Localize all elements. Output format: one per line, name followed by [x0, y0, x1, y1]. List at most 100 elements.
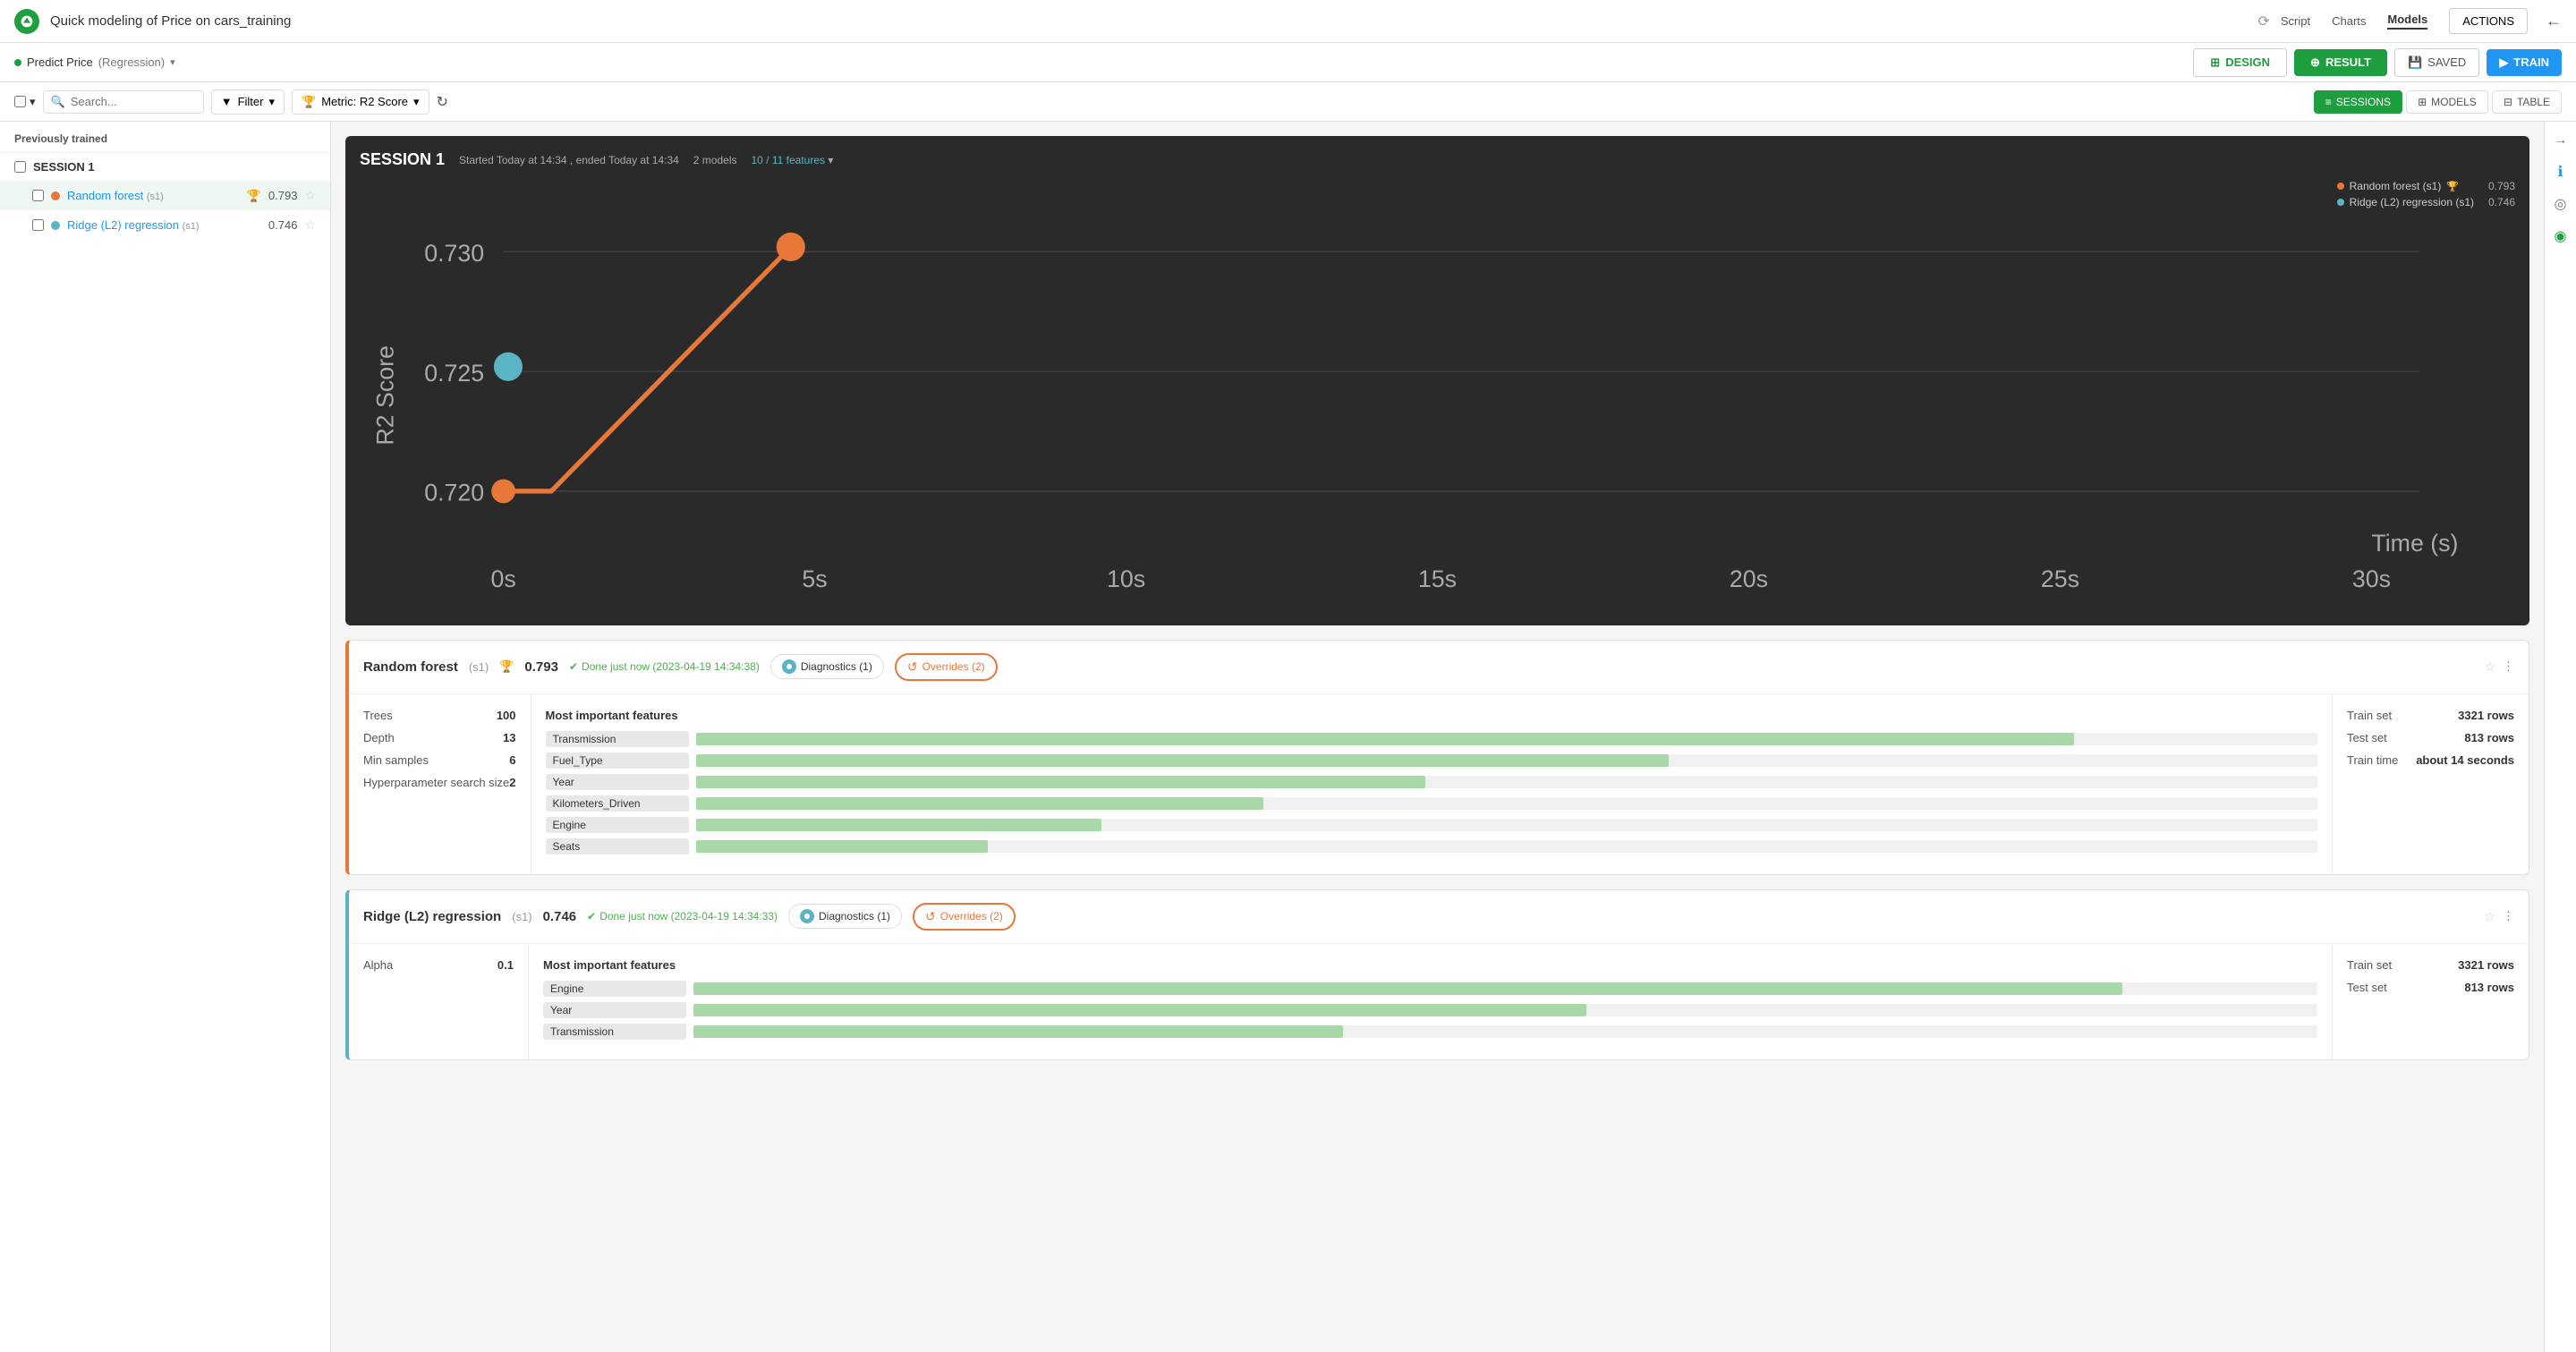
sidebar-item-ridge[interactable]: Ridge (L2) regression (s1) 0.746 ☆ — [0, 210, 330, 240]
model-checkbox-2[interactable] — [32, 219, 44, 231]
page-title: Quick modeling of Price on cars_training — [50, 13, 2247, 29]
ridge-card-score: 0.746 — [543, 909, 577, 924]
svg-text:15s: 15s — [1418, 565, 1457, 592]
rf-card-body: Trees 100 Depth 13 Min samples 6 Hyperpa… — [349, 694, 2529, 874]
predict-name: Predict Price — [27, 55, 93, 69]
legend-score-rf: 0.793 — [2479, 180, 2515, 192]
diagnostics-dot — [782, 659, 796, 674]
rf-stat-time: Train time about 14 seconds — [2347, 753, 2514, 767]
svg-text:R2 Score: R2 Score — [371, 345, 398, 446]
actions-button[interactable]: ACTIONS — [2449, 8, 2528, 34]
table-view-button[interactable]: ⊟ TABLE — [2492, 90, 2562, 114]
session-label: SESSION 1 — [33, 160, 95, 174]
rf-more-button[interactable]: ⋮ — [2503, 659, 2514, 674]
save-icon: 💾 — [2408, 55, 2422, 70]
sessions-view-button[interactable]: ≡ SESSIONS — [2314, 90, 2402, 114]
right-info-icon[interactable]: ℹ — [2557, 163, 2563, 181]
sidebar-section-label: Previously trained — [0, 122, 330, 152]
nav-script[interactable]: Script — [2281, 14, 2310, 28]
sidebar-item-random-forest[interactable]: Random forest (s1) 🏆 0.793 ☆ — [0, 181, 330, 210]
select-all-checkbox-wrap: ▾ — [14, 95, 36, 109]
ridge-feature-engine: Engine — [543, 981, 2317, 997]
rf-overrides-button[interactable]: ↺ Overrides (2) — [895, 653, 998, 681]
right-circle-icon-2[interactable]: ◉ — [2555, 227, 2567, 245]
design-icon: ⊞ — [2210, 55, 2220, 70]
result-button[interactable]: ⊕ RESULT — [2294, 49, 2387, 76]
svg-text:10s: 10s — [1107, 565, 1145, 592]
right-arrow-icon[interactable]: → — [2554, 132, 2568, 149]
session-chart-svg: 0.730 0.725 0.720 R2 Score 0s 5s 10s 15s… — [360, 180, 2515, 611]
rf-card-actions: ☆ ⋮ — [2484, 659, 2514, 675]
right-circle-icon-1[interactable]: ◎ — [2555, 195, 2567, 213]
refresh-button[interactable]: ↻ — [437, 93, 448, 111]
model-checkbox-1[interactable] — [32, 190, 44, 201]
ridge-card-header: Ridge (L2) regression (s1) 0.746 ✔ Done … — [349, 890, 2529, 944]
star-icon-1[interactable]: ☆ — [304, 188, 316, 203]
grid-icon: ⊞ — [2418, 96, 2427, 108]
ridge-features-title: Most important features — [543, 958, 2317, 972]
legend-item-ridge: Ridge (L2) regression (s1) 0.746 — [2337, 196, 2515, 208]
session-features[interactable]: 10 / 11 features ▾ — [752, 154, 834, 166]
rf-param-depth: Depth 13 — [363, 731, 516, 744]
models-view-button[interactable]: ⊞ MODELS — [2406, 90, 2488, 114]
chart-wrap: Random forest (s1) 🏆 0.793 Ridge (L2) re… — [360, 180, 2515, 611]
ridge-more-button[interactable]: ⋮ — [2503, 909, 2514, 923]
star-icon-2[interactable]: ☆ — [304, 217, 316, 233]
rf-param-min-samples: Min samples 6 — [363, 753, 516, 767]
checkmark-icon: ✔ — [569, 660, 578, 673]
ridge-stat-train: Train set 3321 rows — [2347, 958, 2514, 972]
ridge-diagnostics-button[interactable]: Diagnostics (1) — [788, 904, 902, 929]
svg-text:30s: 30s — [2352, 565, 2391, 592]
rf-feature-km: Kilometers_Driven — [546, 795, 2317, 812]
rf-diagnostics-button[interactable]: Diagnostics (1) — [770, 654, 884, 679]
ridge-params: Alpha 0.1 — [349, 944, 528, 1059]
ridge-card-actions: ☆ ⋮ — [2484, 909, 2514, 924]
rf-card-name: Random forest — [363, 659, 458, 675]
model-name-1: Random forest (s1) — [67, 189, 240, 202]
saved-button[interactable]: 💾 SAVED — [2394, 48, 2479, 77]
trophy-icon-1: 🏆 — [247, 189, 261, 203]
app-logo[interactable] — [14, 9, 39, 34]
session-chart-header: SESSION 1 Started Today at 14:34 , ended… — [360, 150, 2515, 169]
session-checkbox[interactable] — [14, 161, 26, 173]
legend-trophy-rf: 🏆 — [2446, 181, 2459, 192]
rf-trophy: 🏆 — [499, 659, 514, 674]
rf-feature-engine: Engine — [546, 817, 2317, 833]
design-button[interactable]: ⊞ DESIGN — [2193, 48, 2287, 77]
rf-star-button[interactable]: ☆ — [2484, 659, 2495, 675]
toolbar: ▾ 🔍 ▼ Filter ▾ 🏆 Metric: R2 Score ▾ ↻ ≡ … — [0, 82, 2576, 122]
nav-charts[interactable]: Charts — [2332, 14, 2366, 28]
legend-label-rf: Random forest (s1) — [2350, 180, 2442, 192]
select-all-checkbox[interactable] — [14, 96, 26, 107]
back-button[interactable]: ← — [2546, 12, 2562, 30]
view-toggle: ≡ SESSIONS ⊞ MODELS ⊟ TABLE — [2314, 90, 2562, 114]
nav-models[interactable]: Models — [2387, 13, 2427, 30]
ridge-stats: Train set 3321 rows Test set 813 rows — [2332, 944, 2529, 1059]
rf-feature-transmission: Transmission — [546, 731, 2317, 747]
rf-feature-year: Year — [546, 774, 2317, 790]
model-name-2: Ridge (L2) regression (s1) — [67, 218, 261, 232]
ridge-features: Most important features Engine Year Tran… — [528, 944, 2332, 1059]
model-dot-teal — [51, 221, 60, 230]
filter-button[interactable]: ▼ Filter ▾ — [211, 89, 285, 115]
right-sidebar: → ℹ ◎ ◉ — [2544, 122, 2576, 1352]
rf-feature-seats: Seats — [546, 838, 2317, 855]
legend-dot-rf — [2337, 183, 2344, 190]
search-input[interactable] — [71, 95, 196, 108]
train-button[interactable]: ▶ TRAIN — [2487, 49, 2562, 76]
legend-dot-ridge — [2337, 199, 2344, 206]
rf-feature-fuel: Fuel_Type — [546, 753, 2317, 769]
ridge-feature-transmission: Transmission — [543, 1024, 2317, 1040]
ridge-star-button[interactable]: ☆ — [2484, 909, 2495, 924]
rf-param-trees: Trees 100 — [363, 709, 516, 722]
sync-icon[interactable]: ⟳ — [2257, 13, 2269, 30]
ridge-card-status: ✔ Done just now (2023-04-19 14:34:33) — [587, 910, 778, 923]
predict-chevron-icon[interactable]: ▾ — [170, 56, 175, 68]
rf-stat-test: Test set 813 rows — [2347, 731, 2514, 744]
select-all-chevron[interactable]: ▾ — [30, 95, 36, 109]
ridge-overrides-button[interactable]: ↺ Overrides (2) — [913, 903, 1016, 931]
legend-item-rf: Random forest (s1) 🏆 0.793 — [2337, 180, 2515, 192]
rf-card-session: (s1) — [469, 660, 489, 674]
rf-card-header: Random forest (s1) 🏆 0.793 ✔ Done just n… — [349, 641, 2529, 694]
metric-selector[interactable]: 🏆 Metric: R2 Score ▾ — [292, 89, 429, 115]
